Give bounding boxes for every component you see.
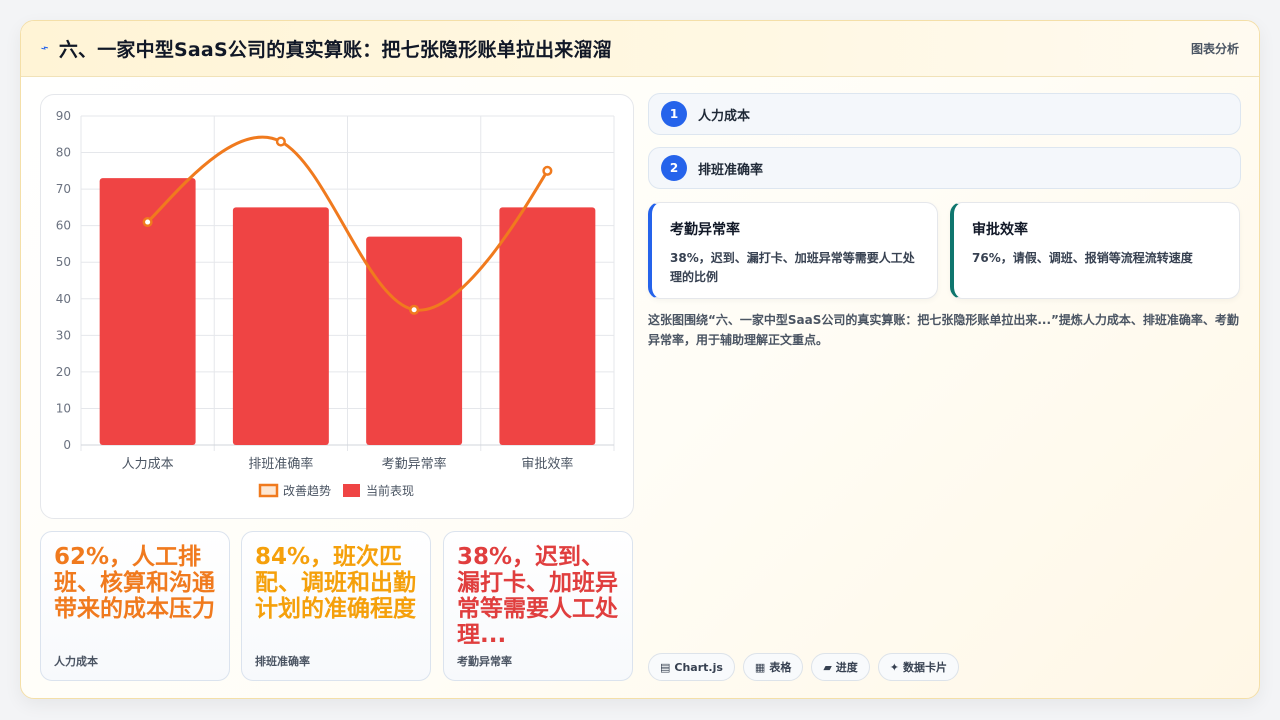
metric-card-attendance-anomaly: 考勤异常率 38%，迟到、漏打卡、加班异常等需要人工处理的比例 [648,202,938,299]
y-tick-label: 80 [56,146,71,160]
metric-title: 考勤异常率 [670,222,740,238]
summary-text: 这张图围绕“六、一家中型SaaS公司的真实算账：把七张隐形账单拉出来...”提炼… [648,313,1239,347]
bar [232,207,329,445]
y-tick-label: 10 [56,401,71,415]
trend-point [142,216,153,228]
combo-chart: 0 10 20 30 40 50 60 70 80 90 人力成本 排班准确率 考勤异常率 审批效率改善趋… [56,109,615,498]
number-badge: 1 [661,101,687,127]
bolt-icon: ⌁ [38,40,52,57]
y-tick-label: 20 [56,365,71,379]
x-tick-label: 排班准确率 [248,456,313,472]
metric-card-approval-efficiency: 审批效率 76%，请假、调班、报销等流程流转速度 [950,202,1240,299]
trend-point [275,136,286,147]
stat-card-schedule-accuracy: 84%，班次匹配、调班和出勤计划的准确程度 排班准确率 [241,531,431,681]
metric-title: 审批效率 [972,222,1028,238]
bar [366,236,463,445]
trend-point [409,304,420,315]
chip-progress[interactable]: ▰ 进度 [811,653,870,681]
legend-label-trend: 改善趋势 [283,483,331,498]
main-card: ⌁ 六、一家中型SaaS公司的真实算账：把七张隐形账单拉出来溜溜 图表分析 0 1… [20,20,1260,699]
chip-table[interactable]: ▦ 表格 [742,653,804,681]
stat-label: 排班准确率 [255,655,310,668]
y-tick-label: 50 [56,255,71,269]
stat-value: 84%，班次匹配、调班和出勤计划的准确程度 [255,544,416,622]
chart-panel: 0 10 20 30 40 50 60 70 80 90 人力成本 排班准确率 考勤异常率 审批效率改善趋… [40,94,634,519]
list-item-label: 排班准确率 [698,162,764,178]
y-tick-label: 60 [56,219,71,233]
stat-card-attendance-anomaly: 38%，迟到、漏打卡、加班异常等需要人工处理... 考勤异常率 [443,531,633,681]
metric-description: 76%，请假、调班、报销等流程流转速度 [972,251,1193,265]
chip-label: 数据卡片 [903,661,948,674]
list-item-labor-cost[interactable]: 1 人力成本 [648,93,1241,135]
list-item-label: 人力成本 [698,108,751,124]
x-tick-label: 人力成本 [122,457,174,472]
stat-value: 38%，迟到、漏打卡、加班异常等需要人工处理... [457,544,618,648]
y-tick-label: 70 [56,182,71,196]
stat-value: 62%，人工排班、核算和沟通带来的成本压力 [54,544,215,622]
stat-label: 人力成本 [54,655,98,668]
trend-point [542,165,553,176]
chip-label: 进度 [835,661,858,674]
legend-swatch-current [343,484,360,497]
y-tick-label: 40 [56,292,71,306]
legend-label-current: 当前表现 [366,483,414,498]
number-badge: 2 [661,155,687,181]
bar [499,207,596,445]
metric-description: 38%，迟到、漏打卡、加班异常等需要人工处理的比例 [670,251,915,284]
chip-data-card[interactable]: ✦ 数据卡片 [877,653,960,681]
chip-label: Chart.js [674,660,723,674]
chip-label: 表格 [769,661,792,674]
legend-swatch-trend [258,483,279,498]
sparkle-icon: ✦ [889,660,900,674]
chip-chartjs[interactable]: ▤ Chart.js [648,653,735,681]
stat-label: 考勤异常率 [457,655,512,668]
tech-chips: ▤ Chart.js ▦ 表格 ▰ 进度 ✦ 数据卡片 [648,653,960,681]
header: ⌁ 六、一家中型SaaS公司的真实算账：把七张隐形账单拉出来溜溜 图表分析 [21,21,1259,77]
list-item-schedule-accuracy[interactable]: 2 排班准确率 [648,147,1241,189]
progress-icon: ▰ [823,660,832,674]
y-tick-label: 90 [56,109,71,123]
stat-card-labor-cost: 62%，人工排班、核算和沟通带来的成本压力 人力成本 [40,531,230,681]
y-tick-label: 30 [56,328,71,342]
page-title: 六、一家中型SaaS公司的真实算账：把七张隐形账单拉出来溜溜 [58,39,612,61]
chart-icon: ▤ [660,660,671,674]
chart-analysis-tag: 图表分析 [1190,42,1239,56]
table-icon: ▦ [754,660,766,674]
x-tick-label: 审批效率 [521,456,573,472]
x-tick-label: 考勤异常率 [382,456,447,472]
y-tick-label: 0 [63,438,71,452]
